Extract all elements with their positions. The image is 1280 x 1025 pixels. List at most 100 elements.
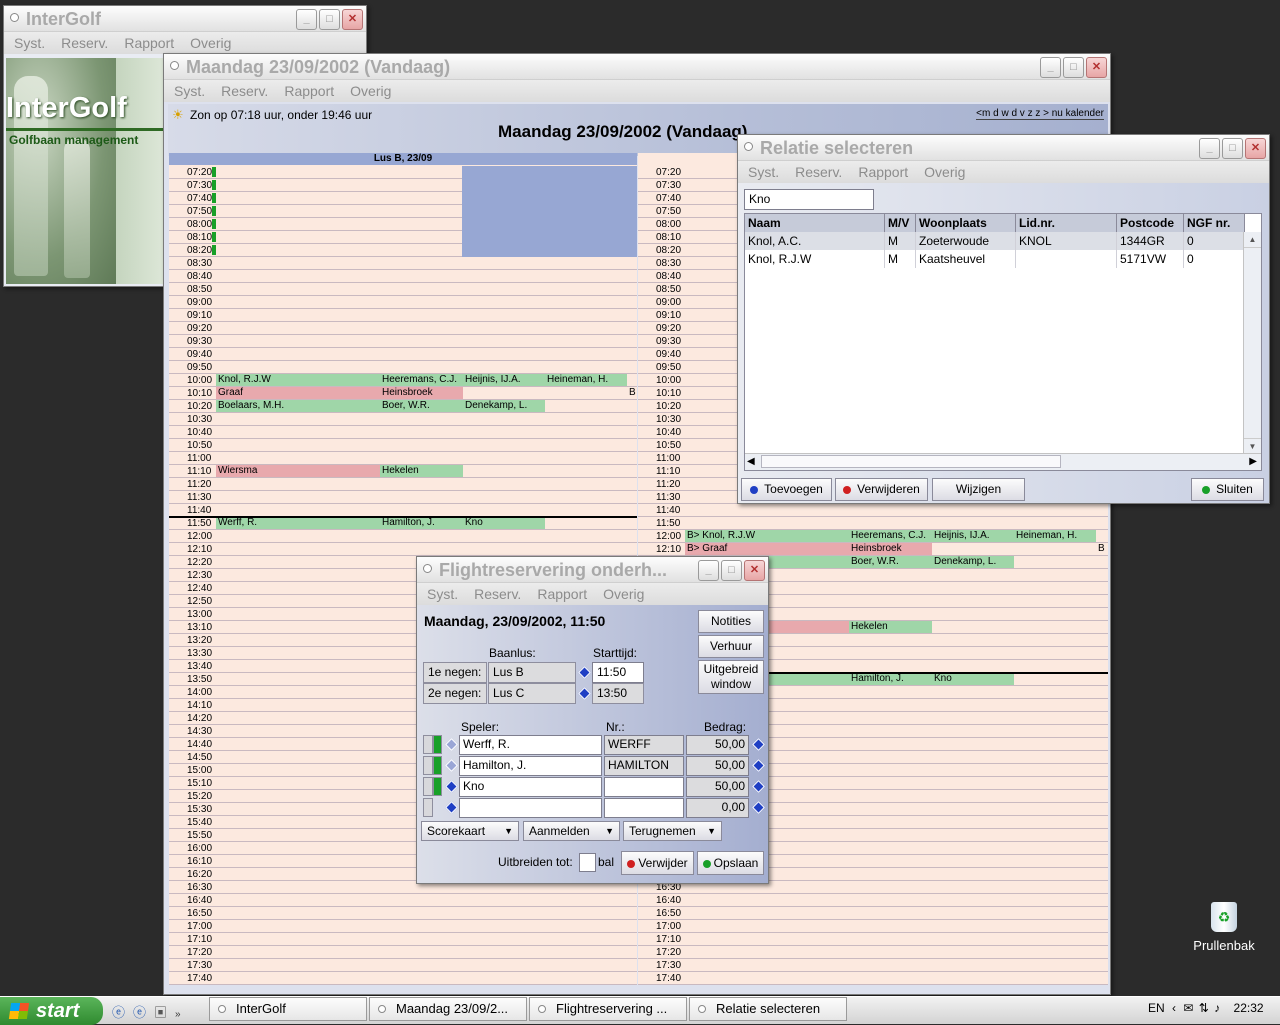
tray-expand-icon[interactable]: ‹ [1172,1001,1176,1015]
booking-cell[interactable]: Wiersma [216,465,380,477]
menu-reserv[interactable]: Reserv. [61,35,108,51]
booking-cell[interactable]: Heeremans, C.J. [380,374,463,386]
task-flight[interactable]: Flightreservering ... [529,997,687,1021]
booking-cell[interactable]: Heinsbroek [380,387,463,399]
time-row[interactable]: 07:40 [169,192,637,205]
time-row[interactable]: 17:00 [638,920,1108,933]
booking-cell[interactable]: Kno [463,517,545,529]
time-row[interactable]: 08:00 [169,218,637,231]
booking-cell[interactable]: Hekelen [380,465,463,477]
booking-cell[interactable]: Graaf [216,387,380,399]
booking-cell[interactable]: Hekelen [849,621,932,633]
time-row[interactable]: 17:40 [638,972,1108,985]
time-row[interactable]: 11:00 [169,452,637,465]
player-select-handle[interactable] [423,798,433,817]
close-icon[interactable]: ✕ [744,560,765,581]
column-header[interactable]: M/V [885,214,916,232]
volume-icon[interactable]: ♪ [1214,1001,1220,1015]
maximize-icon[interactable]: □ [1222,138,1243,159]
time-row[interactable]: 12:10 [169,543,637,556]
second-nine-loop[interactable]: Lus C [488,683,576,704]
extend-checkbox[interactable] [579,853,596,872]
time-row[interactable]: 09:00 [169,296,637,309]
time-row[interactable]: 17:10 [169,933,637,946]
booking-cell[interactable]: Werff, R. [216,517,380,529]
booking-cell[interactable]: Denekamp, L. [463,400,545,412]
browser-icon[interactable]: ⓔ [133,1005,154,1020]
menu-syst[interactable]: Syst. [174,83,205,99]
time-row[interactable]: 17:30 [169,959,637,972]
time-row[interactable]: 17:30 [638,959,1108,972]
amount-dropdown-icon[interactable] [752,738,765,751]
horizontal-scrollbar[interactable]: ◀ ▶ [745,453,1261,470]
booking-cell[interactable]: Heineman, H. [1014,530,1096,542]
relation-titlebar[interactable]: Relatie selecteren _ □ ✕ [738,135,1269,161]
scroll-thumb[interactable] [761,455,1061,468]
column-header[interactable]: Woonplaats [916,214,1016,232]
time-row[interactable]: 08:20 [169,244,637,257]
date-navigator[interactable]: <m d w d v z z > nu kalender [976,108,1104,120]
amount-dropdown-icon[interactable] [752,780,765,793]
time-row[interactable]: 16:50 [638,907,1108,920]
scroll-left-icon[interactable]: ◀ [747,456,755,467]
booking-cell[interactable]: Knol, R.J.W [216,374,380,386]
desktop-icon[interactable]: ▣ [154,1005,175,1020]
time-row[interactable]: 09:30 [169,335,637,348]
menu-overig[interactable]: Overig [190,35,231,51]
first-nine-starttime[interactable]: 11:50 [592,662,644,683]
ie-icon[interactable]: ⓔ [112,1005,133,1020]
minimize-icon[interactable]: _ [1040,57,1061,78]
booking-cell[interactable]: B> Graaf [685,543,849,555]
player-dropdown-icon[interactable] [445,738,458,751]
time-row[interactable]: 11:50 [638,517,1108,530]
task-day[interactable]: Maandag 23/09/2... [369,997,527,1021]
player-number-field[interactable] [604,798,684,818]
table-row[interactable]: Knol, A.C. M Zoeterwoude KNOL 1344GR 0 [745,232,1245,250]
recycle-bin[interactable]: ♻ Prullenbak [1188,902,1260,953]
maximize-icon[interactable]: □ [319,9,340,30]
menu-overig[interactable]: Overig [603,586,644,602]
time-row[interactable]: 10:30 [169,413,637,426]
task-relation[interactable]: Relatie selecteren [689,997,847,1021]
time-row[interactable]: 11:40 [638,504,1108,517]
time-row[interactable]: 07:20 [169,166,637,179]
first-nine-dropdown-icon[interactable] [578,666,591,679]
amount-dropdown-icon[interactable] [752,759,765,772]
edit-button[interactable]: Wijzigen [932,478,1025,501]
flight-titlebar[interactable]: Flightreservering onderh... _ □ ✕ [417,557,768,583]
menu-syst[interactable]: Syst. [14,35,45,51]
menu-rapport[interactable]: Rapport [858,164,908,180]
player-name-input[interactable]: Kno [459,777,602,797]
time-row[interactable]: 08:50 [169,283,637,296]
menu-reserv[interactable]: Reserv. [795,164,842,180]
player-name-input[interactable]: Werff, R. [459,735,602,755]
checkin-dropdown[interactable]: Aanmelden ▼ [523,821,620,841]
time-row[interactable]: 12:00 [169,530,637,543]
time-row[interactable]: 08:30 [169,257,637,270]
scorecard-dropdown[interactable]: Scorekaart ▼ [421,821,519,841]
more-icon[interactable]: » [175,1009,189,1020]
remove-button[interactable]: Verwijderen [835,478,928,501]
menu-rapport[interactable]: Rapport [537,586,587,602]
day-titlebar[interactable]: Maandag 23/09/2002 (Vandaag) _ □ ✕ [164,54,1110,80]
player-select-handle[interactable] [423,756,433,775]
time-row[interactable]: 17:40 [169,972,637,985]
booking-cell[interactable]: Heijnis, IJ.A. [932,530,1014,542]
time-row[interactable]: 07:50 [169,205,637,218]
booking-cell[interactable]: Denekamp, L. [932,556,1014,568]
time-row[interactable]: 09:50 [169,361,637,374]
time-row[interactable]: 17:20 [638,946,1108,959]
scroll-right-icon[interactable]: ▶ [1249,456,1257,467]
booking-cell[interactable]: Heineman, H. [545,374,627,386]
player-dropdown-icon[interactable] [445,759,458,772]
time-row[interactable]: 10:40 [169,426,637,439]
time-row[interactable]: 11:20 [169,478,637,491]
close-icon[interactable]: ✕ [1245,138,1266,159]
menu-overig[interactable]: Overig [350,83,391,99]
column-header[interactable]: NGF nr. [1184,214,1245,232]
maximize-icon[interactable]: □ [721,560,742,581]
language-indicator[interactable]: EN [1148,1001,1165,1015]
menu-reserv[interactable]: Reserv. [221,83,268,99]
booking-cell[interactable]: Boelaars, M.H. [216,400,380,412]
close-icon[interactable]: ✕ [1086,57,1107,78]
